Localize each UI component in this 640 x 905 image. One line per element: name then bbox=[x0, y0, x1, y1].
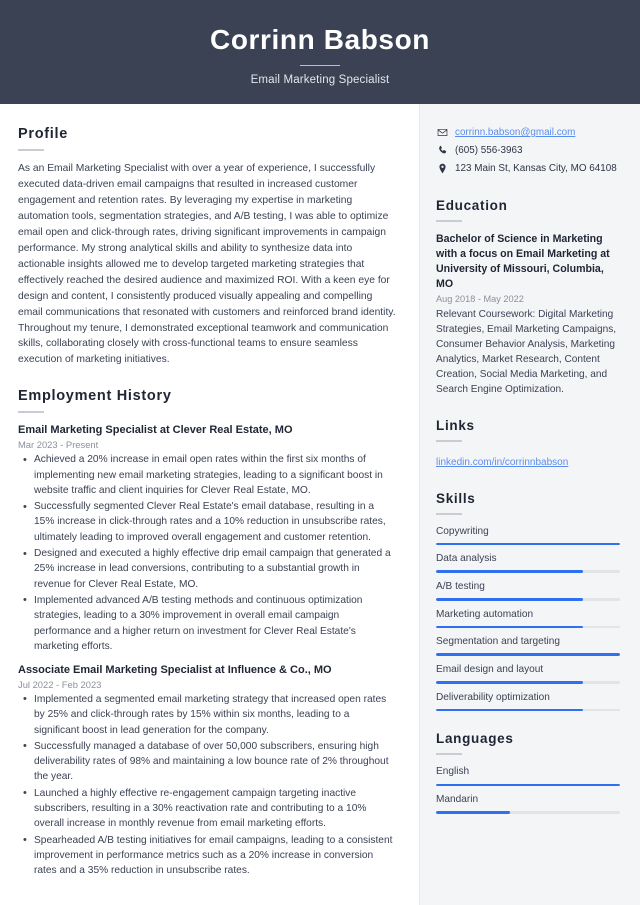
employment-entry: Email Marketing Specialist at Clever Rea… bbox=[18, 423, 397, 654]
education-dates: Aug 2018 - May 2022 bbox=[436, 293, 524, 304]
skill-level-fill bbox=[436, 570, 584, 573]
language-level-fill bbox=[436, 783, 620, 787]
job-bullet: Successfully segmented Clever Real Estat… bbox=[18, 499, 397, 545]
language-level-bar bbox=[436, 783, 620, 787]
contact-value: 123 Main St, Kansas City, MO 64108 bbox=[455, 162, 617, 174]
profile-link[interactable]: linkedin.com/in/corrinnbabson bbox=[436, 457, 568, 468]
language-label: English bbox=[436, 766, 470, 778]
links-list: linkedin.com/in/corrinnbabson bbox=[436, 452, 620, 471]
job-bullet: Implemented advanced A/B testing methods… bbox=[18, 592, 397, 654]
language: English bbox=[436, 765, 620, 787]
skill: Segmentation and targeting bbox=[436, 635, 620, 657]
location-pin-icon bbox=[436, 162, 448, 174]
languages-section: Languages English Mandarin bbox=[436, 731, 620, 814]
education-description: Relevant Coursework: Digital Marketing S… bbox=[436, 308, 617, 396]
skill-level-fill bbox=[436, 542, 620, 546]
job-title: Email Marketing Specialist at Clever Rea… bbox=[18, 424, 293, 437]
profile-text: As an Email Marketing Specialist with ov… bbox=[18, 163, 396, 366]
skill: A/B testing bbox=[436, 580, 620, 601]
language-level-bar bbox=[436, 811, 620, 814]
skill-label: Marketing automation bbox=[436, 608, 534, 620]
employment-list: Email Marketing Specialist at Clever Rea… bbox=[18, 423, 397, 878]
header-divider bbox=[300, 65, 340, 67]
profile-heading: Profile bbox=[18, 126, 69, 142]
skills-section: Skills Copywriting Data analysis A/B testi… bbox=[436, 491, 620, 712]
job-title: Associate Email Marketing Specialist at … bbox=[18, 664, 332, 677]
resume-document: Corrinn Babson Email Marketing Specialis… bbox=[0, 0, 640, 905]
skill: Marketing automation bbox=[436, 608, 620, 629]
section-divider bbox=[436, 753, 462, 756]
skill-level-bar bbox=[436, 681, 620, 684]
links-section: Links linkedin.com/in/corrinnbabson bbox=[436, 418, 620, 471]
section-divider bbox=[436, 439, 462, 442]
skill-level-fill bbox=[436, 708, 584, 712]
skill-label: Deliverability optimization bbox=[436, 691, 550, 703]
skills-list: Copywriting Data analysis A/B testing Marke… bbox=[436, 525, 620, 712]
education-heading: Education bbox=[436, 197, 508, 213]
contact-row: corrinn.babson@gmail.com bbox=[436, 126, 620, 140]
languages-heading: Languages bbox=[436, 731, 514, 747]
header-job-title: Email Marketing Specialist bbox=[250, 74, 390, 87]
skill-level-bar bbox=[436, 625, 620, 629]
job-dates: Mar 2023 - Present bbox=[18, 439, 99, 451]
employment-heading: Employment History bbox=[18, 388, 172, 405]
links-heading: Links bbox=[436, 417, 475, 433]
skill: Copywriting bbox=[436, 525, 620, 546]
skills-heading: Skills bbox=[436, 490, 476, 506]
job-dates: Jul 2022 - Feb 2023 bbox=[18, 678, 102, 690]
contact-value[interactable]: corrinn.babson@gmail.com bbox=[455, 126, 575, 140]
contact-row: (605) 556-3963 bbox=[436, 144, 620, 158]
skill-level-bar bbox=[436, 708, 620, 712]
skill: Data analysis bbox=[436, 552, 620, 573]
job-bullet: Successfully managed a database of over … bbox=[18, 738, 397, 785]
job-bullet: Achieved a 20% increase in email open ra… bbox=[18, 452, 397, 498]
skill-label: Email design and layout bbox=[436, 664, 544, 676]
job-bullet-list: Achieved a 20% increase in email open ra… bbox=[18, 452, 397, 654]
section-divider bbox=[436, 219, 462, 222]
skill-level-fill bbox=[436, 681, 584, 684]
section-divider bbox=[18, 411, 44, 414]
language: Mandarin bbox=[436, 793, 620, 814]
resume-header: Corrinn Babson Email Marketing Specialis… bbox=[0, 0, 640, 104]
skill: Email design and layout bbox=[436, 663, 620, 684]
skill-level-bar bbox=[436, 598, 620, 601]
skill-level-fill bbox=[436, 598, 584, 601]
job-bullet: Implemented a segmented email marketing … bbox=[18, 691, 397, 738]
section-divider bbox=[18, 149, 44, 151]
skill-label: Data analysis bbox=[436, 553, 497, 565]
language-label: Mandarin bbox=[436, 794, 479, 806]
employment-section: Employment History Email Marketing Speci… bbox=[18, 388, 397, 878]
sidebar-column: corrinn.babson@gmail.com (605) 556-3963 12… bbox=[419, 104, 640, 905]
languages-list: English Mandarin bbox=[436, 765, 620, 814]
skill-label: Copywriting bbox=[436, 525, 489, 537]
contact-row: 123 Main St, Kansas City, MO 64108 bbox=[436, 162, 620, 176]
skill-level-bar bbox=[436, 570, 620, 573]
skill-level-fill bbox=[436, 625, 584, 629]
education-degree: Bachelor of Science in Marketing with a … bbox=[436, 232, 610, 290]
job-bullet-list: Implemented a segmented email marketing … bbox=[18, 691, 397, 879]
phone-icon bbox=[436, 144, 448, 156]
skill-level-fill bbox=[436, 653, 620, 657]
skill-level-bar bbox=[436, 542, 620, 546]
skill-label: Segmentation and targeting bbox=[436, 636, 561, 648]
skill-level-bar bbox=[436, 653, 620, 657]
page-title: Corrinn Babson bbox=[210, 23, 430, 55]
skill-label: A/B testing bbox=[436, 580, 485, 592]
profile-section: Profile As an Email Marketing Specialist… bbox=[18, 126, 397, 368]
employment-entry: Associate Email Marketing Specialist at … bbox=[18, 663, 397, 878]
contact-info: corrinn.babson@gmail.com (605) 556-3963 12… bbox=[436, 126, 620, 176]
job-bullet: Designed and executed a highly effective… bbox=[18, 546, 397, 592]
skill: Deliverability optimization bbox=[436, 691, 620, 712]
education-section: Education Bachelor of Science in Marketi… bbox=[436, 198, 620, 398]
email-icon bbox=[436, 126, 448, 138]
contact-value: (605) 556-3963 bbox=[455, 144, 523, 156]
language-level-fill bbox=[436, 811, 510, 814]
job-bullet: Spearheaded A/B testing initiatives for … bbox=[18, 832, 397, 879]
resume-body: Profile As an Email Marketing Specialist… bbox=[0, 104, 640, 905]
job-bullet: Launched a highly effective re-engagemen… bbox=[18, 785, 397, 832]
section-divider bbox=[436, 512, 462, 515]
main-column: Profile As an Email Marketing Specialist… bbox=[0, 104, 419, 905]
